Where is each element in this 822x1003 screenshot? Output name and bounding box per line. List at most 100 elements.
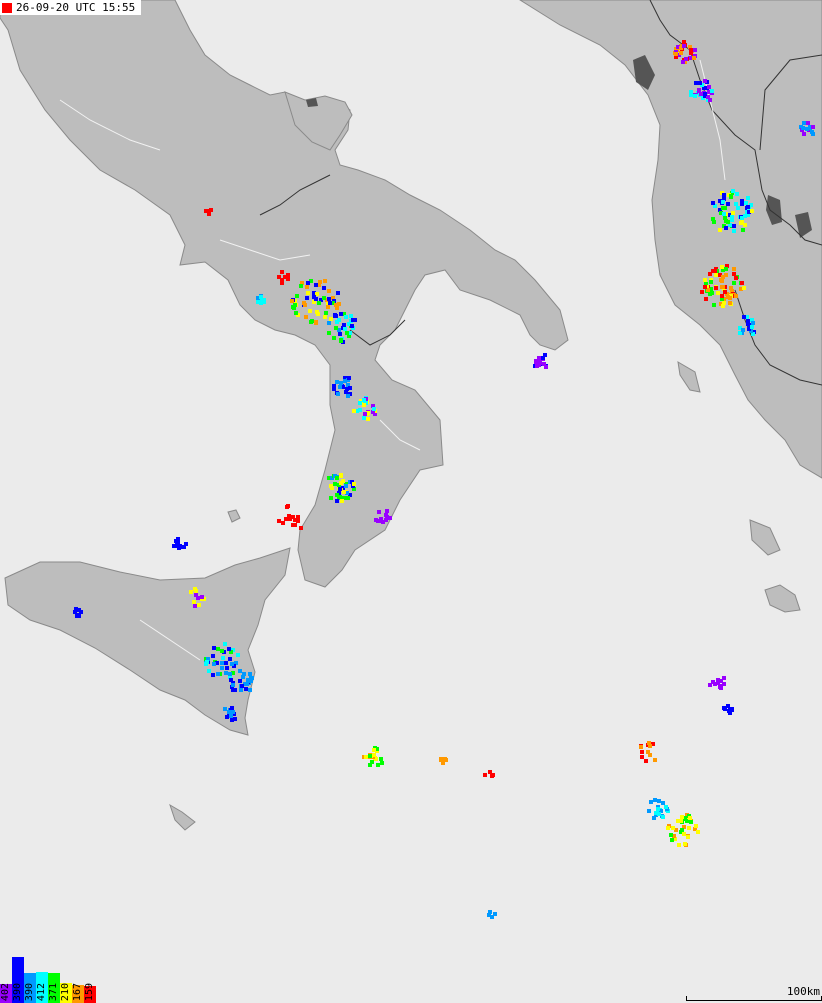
- lightning-strike: [750, 325, 754, 329]
- lightning-strike: [322, 286, 326, 290]
- lightning-strike: [802, 121, 806, 125]
- lightning-strike: [259, 295, 263, 299]
- lightning-strike: [364, 755, 368, 759]
- lightning-strike: [661, 801, 665, 805]
- lightning-strike: [189, 590, 193, 594]
- lightning-strike: [324, 311, 328, 315]
- lightning-strike: [724, 226, 728, 230]
- lightning-strike: [172, 544, 176, 548]
- lightning-strike: [228, 657, 232, 661]
- lightning-strike: [295, 294, 299, 298]
- lightning-strike: [740, 216, 744, 220]
- lightning-strike: [697, 88, 701, 92]
- lightning-strike: [728, 711, 732, 715]
- lightning-strike: [385, 509, 389, 513]
- lightning-strike: [308, 309, 312, 313]
- lightning-strike: [216, 672, 220, 676]
- lightning-strike: [711, 201, 715, 205]
- lightning-strike: [730, 218, 734, 222]
- lightning-strike: [490, 774, 494, 778]
- lightning-strike: [704, 297, 708, 301]
- lightning-strike: [248, 672, 252, 676]
- lightning-strike: [732, 229, 736, 233]
- lightning-strike: [306, 281, 310, 285]
- lightning-strike: [244, 687, 248, 691]
- lightning-strike: [212, 662, 216, 666]
- lightning-strike: [344, 315, 348, 319]
- lightning-strike: [385, 515, 389, 519]
- lightning-strike: [363, 412, 367, 416]
- lightning-strike: [339, 381, 343, 385]
- lightning-strike: [305, 296, 309, 300]
- lightning-strike: [712, 220, 716, 224]
- lightning-strike: [746, 319, 750, 323]
- lightning-strike: [740, 202, 744, 206]
- scale-label: 100km: [786, 985, 820, 998]
- lightning-strike: [732, 281, 736, 285]
- lightning-strike: [327, 331, 331, 335]
- lightning-strike: [229, 714, 233, 718]
- lightning-strike: [379, 757, 383, 761]
- lightning-strike: [703, 285, 707, 289]
- lightning-strike: [352, 482, 356, 486]
- lightning-strike: [708, 292, 712, 296]
- lightning-strike: [686, 835, 690, 839]
- lightning-strike: [700, 290, 704, 294]
- lightning-strike: [682, 44, 686, 48]
- lightning-strike: [720, 265, 724, 269]
- lightning-strike: [728, 707, 732, 711]
- lightning-strike: [211, 654, 215, 658]
- lightning-strike: [708, 98, 712, 102]
- lightning-strike: [811, 125, 815, 129]
- legend-count: 371: [48, 982, 59, 1001]
- lightning-strike: [372, 753, 376, 757]
- lightning-strike: [344, 484, 348, 488]
- lightning-strike: [259, 301, 263, 305]
- lightning-strike: [674, 52, 678, 56]
- lightning-strike: [648, 753, 652, 757]
- lightning-strike: [443, 757, 447, 761]
- lightning-strike: [742, 286, 746, 290]
- lightning-strike: [708, 683, 712, 687]
- lightning-strike: [336, 291, 340, 295]
- lightning-strike: [344, 390, 348, 394]
- lightning-strike: [220, 661, 224, 665]
- lightning-strike: [329, 496, 333, 500]
- lightning-strike: [327, 289, 331, 293]
- lightning-strike: [488, 770, 492, 774]
- lightning-strike: [332, 336, 336, 340]
- lightning-strike: [327, 297, 331, 301]
- lightning-strike: [346, 496, 350, 500]
- lightning-strike: [703, 278, 707, 282]
- lightning-strike: [334, 326, 338, 330]
- lightning-strike: [322, 296, 326, 300]
- lightning-strike: [734, 202, 738, 206]
- lightning-strike: [335, 476, 339, 480]
- lightning-strike: [230, 662, 234, 666]
- lightning-strike: [699, 92, 703, 96]
- lightning-strike: [339, 481, 343, 485]
- lightning-strike: [204, 662, 208, 666]
- lightning-strike: [541, 356, 545, 360]
- lightning-strike: [664, 805, 668, 809]
- lightning-strike: [801, 126, 805, 130]
- lightning-strike: [647, 741, 651, 745]
- lightning-strike: [741, 228, 745, 232]
- lightning-strike: [722, 193, 726, 197]
- lightning-strike: [721, 275, 725, 279]
- lightning-strike: [248, 688, 252, 692]
- lightning-strike: [362, 398, 366, 402]
- legend: 402 390 390 412 371 210 167 159: [0, 953, 96, 1003]
- lightning-strike: [707, 85, 711, 89]
- lightning-strike: [206, 209, 210, 213]
- lightning-strike: [750, 209, 754, 213]
- lightning-strike: [366, 417, 370, 421]
- lightning-strike: [718, 228, 722, 232]
- lightning-strike: [368, 763, 372, 767]
- lightning-strike: [728, 301, 732, 305]
- lightning-strike: [177, 546, 181, 550]
- lightning-strike: [318, 280, 322, 284]
- lightning-strike: [292, 306, 296, 310]
- lightning-strike: [661, 815, 665, 819]
- lightning-strike: [649, 800, 653, 804]
